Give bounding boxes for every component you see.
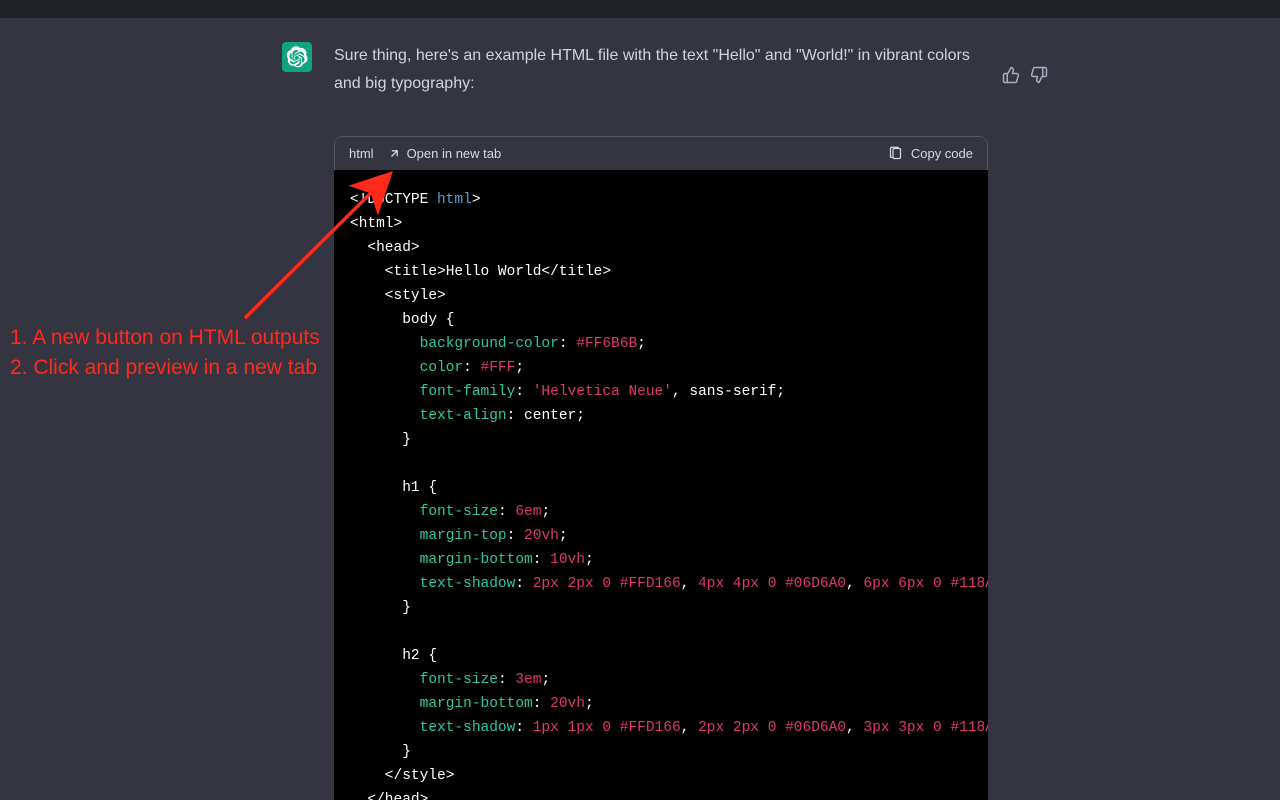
feedback-buttons [1002,66,1048,84]
assistant-message-text: Sure thing, here's an example HTML file … [334,42,994,98]
code-block-header: html Open in new tab Copy code [334,136,988,170]
openai-logo-icon [286,46,308,68]
assistant-avatar [282,42,312,72]
external-link-icon [388,147,401,160]
code-block: html Open in new tab Copy code <!DOCTYPE… [334,136,988,800]
annotation-text: 1. A new button on HTML outputs 2. Click… [10,323,320,383]
code-content[interactable]: <!DOCTYPE html> <html> <head> <title>Hel… [334,170,988,800]
clipboard-icon [888,146,903,161]
open-in-new-tab-label: Open in new tab [407,146,502,161]
copy-code-label: Copy code [911,146,973,161]
open-in-new-tab-button[interactable]: Open in new tab [388,146,502,161]
code-language-label: html [349,146,374,161]
window-titlebar [0,0,1280,18]
assistant-message-row: Sure thing, here's an example HTML file … [0,18,1280,98]
thumbs-down-icon[interactable] [1030,66,1048,84]
copy-code-button[interactable]: Copy code [888,146,973,161]
thumbs-up-icon[interactable] [1002,66,1020,84]
